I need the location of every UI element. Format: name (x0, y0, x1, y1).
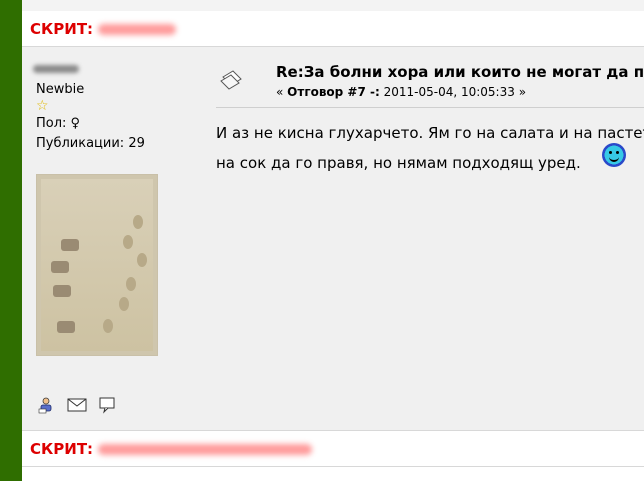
profile-icon[interactable] (36, 395, 58, 415)
email-icon[interactable] (66, 395, 88, 415)
post-message: И аз не кисна глухарчето. Ям го на салат… (216, 118, 644, 178)
post-date: 2011-05-04, 10:05:33 » (379, 85, 527, 99)
redacted-text (98, 444, 312, 455)
poster-info: Newbie ☆ Пол: ♀ Публикации: 29 (22, 47, 202, 430)
poster-name-redacted (33, 65, 79, 73)
hidden-label: СКРИТ: (30, 20, 94, 38)
hidden-header-bottom: СКРИТ: (22, 431, 644, 467)
post-divider (216, 107, 644, 108)
redacted-text (98, 24, 176, 35)
poster-rank: Newbie (36, 82, 85, 97)
reply-number: Отговор #7 -: (287, 85, 380, 99)
hidden-header-top: СКРИТ: (22, 11, 644, 47)
left-accent-bar (0, 0, 22, 481)
hidden-label: СКРИТ: (30, 440, 94, 458)
avatar-image (41, 179, 153, 351)
meta-prefix: « (276, 85, 288, 99)
message-line-2: на сок да го правя, но нямам подходящ ур… (216, 154, 581, 172)
avatar (36, 174, 158, 356)
post-icon (219, 67, 245, 93)
poster-actions (36, 395, 118, 415)
smiley-icon (602, 143, 626, 167)
forum-post: Newbie ☆ Пол: ♀ Публикации: 29 Re:За бол… (22, 47, 644, 431)
quote-icon[interactable] (96, 395, 118, 415)
post-meta: « Отговор #7 -: 2011-05-04, 10:05:33 » (276, 85, 526, 99)
star-icon: ☆ (36, 98, 49, 114)
post-subject[interactable]: Re:За болни хора или които не могат да п (276, 63, 644, 81)
post-content: Re:За болни хора или които не могат да п… (216, 47, 644, 430)
poster-post-count: Публикации: 29 (36, 136, 145, 151)
message-line-1: И аз не кисна глухарчето. Ям го на салат… (216, 124, 644, 142)
poster-gender: Пол: ♀ (36, 116, 81, 131)
